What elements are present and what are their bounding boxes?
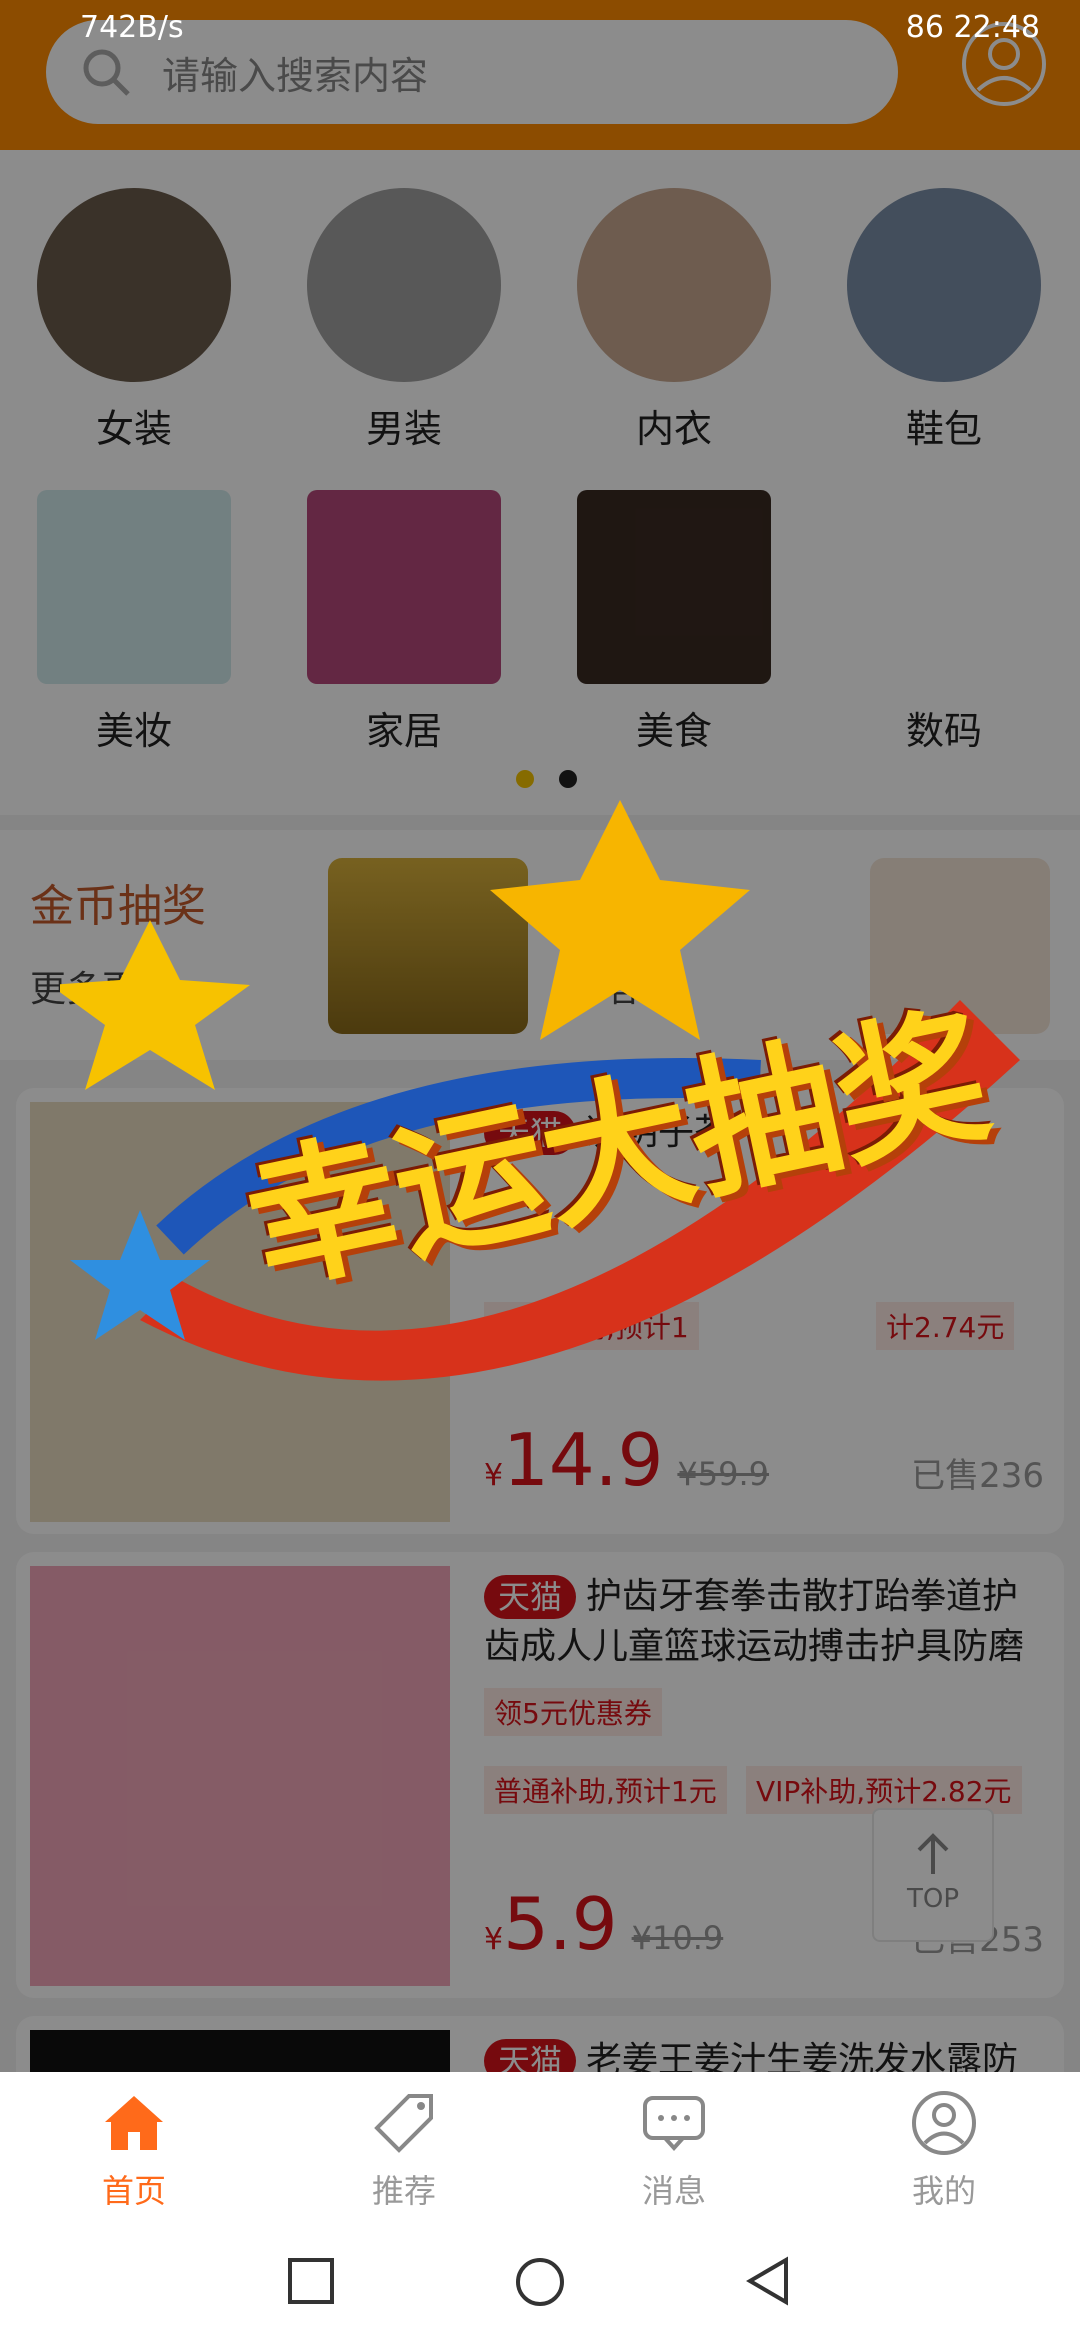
clock: 22:48 xyxy=(953,10,1040,45)
tab-me[interactable]: 我的 xyxy=(844,2088,1044,2212)
status-right: 86 22:48 xyxy=(906,10,1040,45)
tab-recommend[interactable]: 推荐 xyxy=(304,2088,504,2212)
home-icon xyxy=(105,2096,163,2150)
tab-label: 首页 xyxy=(101,2172,166,2210)
message-icon xyxy=(643,2096,705,2151)
tag-icon xyxy=(374,2094,433,2153)
tab-label: 消息 xyxy=(641,2172,706,2210)
tab-label: 我的 xyxy=(911,2172,976,2210)
back-icon[interactable] xyxy=(742,2254,796,2308)
system-nav-bar xyxy=(0,2230,1080,2340)
recent-apps-icon[interactable] xyxy=(284,2254,338,2308)
bottom-tab-bar: 首页 推荐 消息 我的 xyxy=(0,2072,1080,2230)
network-speed: 742B/s xyxy=(80,10,184,45)
status-bar: 742B/s 86 22:48 xyxy=(0,0,1080,64)
home-button-icon[interactable] xyxy=(512,2254,568,2310)
profile-icon xyxy=(912,2091,976,2155)
battery-level: 86 xyxy=(905,10,944,45)
tab-home[interactable]: 首页 xyxy=(34,2088,234,2212)
tab-messages[interactable]: 消息 xyxy=(574,2088,774,2212)
tab-label: 推荐 xyxy=(371,2172,436,2210)
lucky-draw-popup[interactable]: 幸运大抽奖 xyxy=(60,760,1060,1460)
